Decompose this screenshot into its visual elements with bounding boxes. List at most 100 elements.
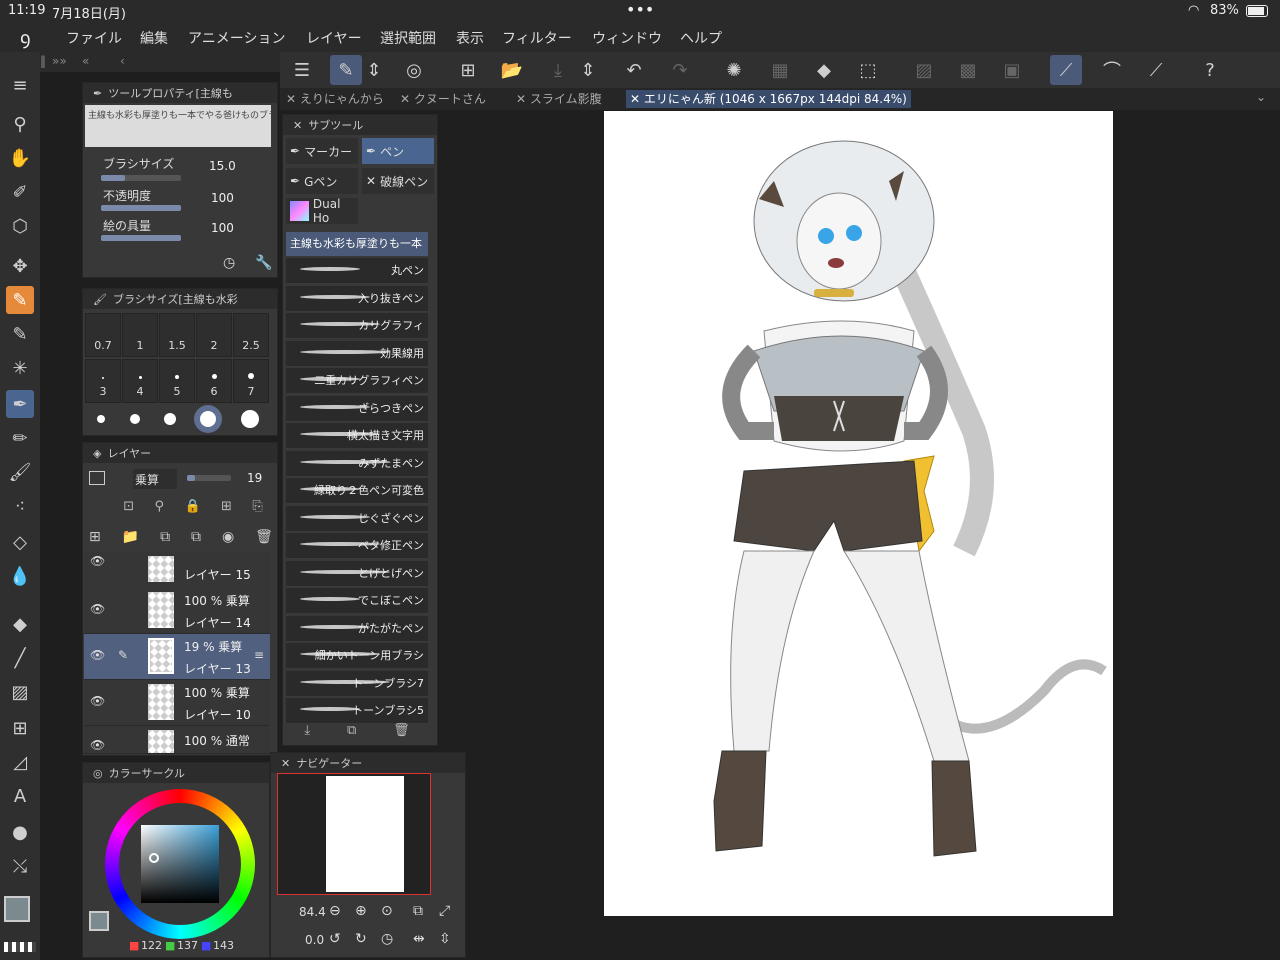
airbrush-tool-icon[interactable]: ⁖	[6, 492, 34, 520]
loading-icon[interactable]: ✺	[718, 55, 750, 85]
new-file-icon[interactable]: ⊞	[452, 55, 484, 85]
brush-item[interactable]: 入り抜きペン	[286, 285, 428, 312]
menu-window[interactable]: ウィンドウ	[592, 28, 662, 48]
open-folder-icon[interactable]: 📂	[496, 55, 528, 85]
menu-layer[interactable]: レイヤー	[306, 28, 362, 48]
selection-border-icon[interactable]: ▣	[996, 55, 1028, 85]
selection-pen-icon[interactable]: ✎	[6, 320, 34, 348]
brush-item[interactable]: とげとげペン	[286, 560, 428, 587]
preset-dot[interactable]	[97, 415, 106, 423]
opacity-slider[interactable]	[101, 205, 181, 211]
app-icon[interactable]: ꝯ	[20, 26, 31, 50]
transform-icon[interactable]: ⬚	[852, 55, 884, 85]
save-icon[interactable]: ⤓	[542, 55, 574, 85]
brush-item[interactable]: がたがたペン	[286, 615, 428, 642]
navigator-preview[interactable]	[277, 773, 431, 895]
collapse-icon[interactable]: «	[82, 54, 89, 68]
brush-item[interactable]: ベタ修正ペン	[286, 533, 428, 559]
zoom-tool-icon[interactable]: ⚲	[6, 110, 34, 138]
merge-layer-icon[interactable]: ⧉	[191, 529, 201, 549]
close-icon[interactable]: ✕	[293, 119, 302, 132]
subtool-group-dual[interactable]: Dual Ho	[286, 197, 358, 225]
lock-icon[interactable]: 🔒	[184, 499, 200, 517]
pen-tool-icon[interactable]: ✒	[6, 390, 34, 418]
zoom-value[interactable]: 84.4	[299, 905, 326, 919]
fill-icon[interactable]: ◆	[808, 55, 840, 85]
line-tool-icon[interactable]: ╱	[6, 644, 34, 672]
brush-item[interactable]: ざらつきペン	[286, 395, 428, 422]
brush-size-slider[interactable]	[101, 175, 181, 181]
saturation-value-square[interactable]	[141, 825, 219, 903]
wrench-icon[interactable]: 🔧	[255, 255, 272, 271]
frame-tool-icon[interactable]: ⊞	[6, 714, 34, 742]
menu-edit[interactable]: 編集	[140, 28, 168, 48]
menu-animation[interactable]: アニメーション	[188, 28, 285, 48]
close-icon[interactable]: ✕	[281, 757, 290, 770]
hand-tool-icon[interactable]: ✋	[6, 144, 34, 172]
brush-item[interactable]: 丸ペン	[286, 258, 428, 284]
zoom-in-icon[interactable]: ⊕	[355, 903, 367, 919]
lock-transparent-icon[interactable]: ⊞	[221, 499, 232, 517]
tab-3[interactable]: ✕ スライム影腹	[516, 90, 602, 108]
layer-row[interactable]: 👁 100 % 通常	[84, 726, 270, 754]
tab-2[interactable]: ✕ クヌートさん	[400, 90, 486, 108]
blend-tool-icon[interactable]: 💧	[6, 562, 34, 590]
preset-dot-selected[interactable]	[200, 411, 217, 427]
snap-special-ruler-icon[interactable]: ⌒	[1096, 55, 1128, 85]
snap-grid-icon[interactable]: ⟋	[1140, 55, 1172, 85]
balloon-tool-icon[interactable]: ●	[6, 818, 34, 846]
brush-size-preset[interactable]: 2	[196, 313, 232, 357]
eye-icon[interactable]: 👁	[90, 694, 105, 708]
save-options-icon[interactable]: ⇕	[580, 55, 596, 85]
ruler-tool-icon[interactable]: ◿	[6, 748, 34, 776]
clip-icon[interactable]: ⎘	[252, 499, 262, 517]
brush-item[interactable]: 効果線用	[286, 340, 428, 367]
paint-amount-value[interactable]: 100	[211, 221, 234, 235]
subtool-group-marker[interactable]: ✒ マーカー	[286, 138, 358, 164]
brush-tool-icon[interactable]: 🖌	[6, 458, 34, 486]
brush-size-preset[interactable]: 7	[233, 359, 269, 403]
menu-file[interactable]: ファイル	[66, 28, 122, 48]
tab-active[interactable]: ✕ エリにゃん新 (1046 x 1667px 144dpi 84.4%)	[626, 90, 911, 108]
expand-icon[interactable]: »»	[52, 54, 67, 68]
opacity-value[interactable]: 100	[211, 191, 234, 205]
zoom-out-icon[interactable]: ⊖	[329, 903, 341, 919]
brush-size-preset[interactable]: 5	[159, 359, 195, 403]
reset-rotation-icon[interactable]: ◷	[381, 931, 393, 947]
brush-item[interactable]: 二重カリグラフィペン	[286, 368, 428, 394]
rotation-value[interactable]: 0.0	[305, 933, 324, 947]
color-picker-cursor[interactable]	[149, 853, 159, 863]
blend-mode-select[interactable]: 乗算	[133, 469, 177, 489]
chevron-down-icon[interactable]: ⌄	[1256, 90, 1266, 104]
correct-line-tool-icon[interactable]: ⤯	[6, 852, 34, 880]
draft-icon[interactable]: ⚲	[155, 499, 165, 517]
help-icon[interactable]: ?	[1194, 55, 1226, 85]
layer-color-icon[interactable]	[89, 471, 105, 485]
brush-item[interactable]: 横太描き文字用	[286, 423, 428, 449]
drag-handle-icon[interactable]: ≡	[254, 648, 264, 662]
layer-opacity-value[interactable]: 19	[247, 471, 262, 485]
delete-layer-icon[interactable]: 🗑	[255, 529, 273, 549]
download-icon[interactable]: ⤓	[304, 723, 310, 738]
trash-icon[interactable]: 🗑	[393, 723, 410, 738]
pencil-tool-icon[interactable]: ✏	[6, 424, 34, 452]
fit-window-icon[interactable]: ⤢	[439, 903, 450, 919]
layer-row[interactable]: 👁 100 % 乗算 レイヤー 10	[84, 680, 270, 726]
brush-item[interactable]: みずたまペン	[286, 450, 428, 477]
back-icon[interactable]: ‹	[120, 54, 125, 68]
flip-horizontal-icon[interactable]: ⇹	[413, 931, 425, 947]
brush-size-value[interactable]: 15.0	[209, 159, 236, 173]
updown-icon[interactable]: ⇕	[366, 55, 382, 85]
hamburger-menu-icon[interactable]: ☰	[286, 55, 318, 85]
new-folder-icon[interactable]: 📁	[122, 529, 139, 549]
new-layer-icon[interactable]: ⊞	[89, 529, 101, 549]
subtool-group-pen[interactable]: ✒ ペン	[362, 138, 434, 164]
brush-item[interactable]: じぐざぐペン	[286, 505, 428, 532]
subtool-group-dashed[interactable]: ✕ 破線ペン	[362, 168, 434, 194]
brush-size-preset[interactable]: 2.5	[233, 313, 269, 357]
fill-tool-icon[interactable]: ◆	[6, 610, 34, 638]
brush-item[interactable]: でこぼこペン	[286, 588, 428, 614]
rotate-right-icon[interactable]: ↻	[355, 931, 367, 947]
text-tool-icon[interactable]: A	[6, 782, 34, 810]
tool-property-toggle-icon[interactable]: ✎	[330, 55, 362, 85]
